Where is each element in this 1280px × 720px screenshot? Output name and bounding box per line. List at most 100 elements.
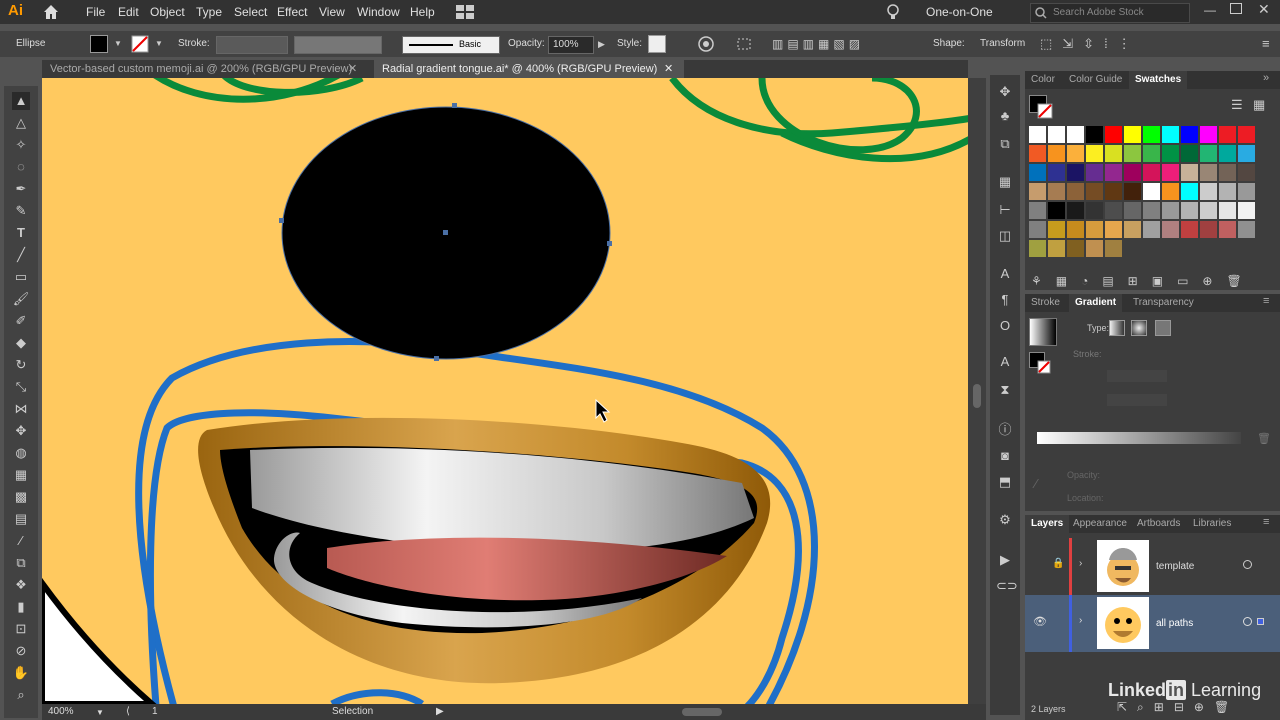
swatch[interactable] (1048, 221, 1065, 238)
tab-transparency[interactable]: Transparency (1133, 297, 1194, 308)
swatch[interactable] (1181, 126, 1198, 143)
expand-arrow-icon[interactable]: › (1079, 558, 1082, 569)
swatch[interactable] (1124, 164, 1141, 181)
swatch[interactable] (1143, 145, 1160, 162)
graphic-style-swatch[interactable] (648, 35, 666, 53)
tab-gradient[interactable]: Gradient (1069, 294, 1123, 312)
menu-file[interactable]: File (86, 5, 105, 19)
swatch[interactable] (1219, 145, 1236, 162)
swatch[interactable] (1086, 183, 1103, 200)
swatch[interactable] (1162, 221, 1179, 238)
radial-gradient-button[interactable] (1131, 320, 1147, 336)
rectangle-tool-icon[interactable]: ▭ (12, 268, 30, 286)
symbol-sprayer-tool-icon[interactable]: ❖ (12, 576, 30, 594)
swatch[interactable] (1067, 126, 1084, 143)
artboard-number[interactable]: 1 (152, 706, 158, 717)
fill-dropdown-icon[interactable]: ▼ (114, 39, 122, 48)
swatch[interactable] (1200, 145, 1217, 162)
swatch[interactable] (1162, 183, 1179, 200)
swatch[interactable] (1238, 126, 1255, 143)
eyedropper-icon[interactable]: ⁄ (1035, 476, 1037, 491)
opacity-arrow-icon[interactable]: ▶ (598, 39, 605, 50)
swatch[interactable] (1029, 164, 1046, 181)
arrange-documents-icon[interactable] (456, 5, 474, 19)
links-icon[interactable]: ⧗ (996, 381, 1014, 399)
linear-gradient-button[interactable] (1109, 320, 1125, 336)
swatch[interactable] (1143, 126, 1160, 143)
swatch[interactable] (1219, 202, 1236, 219)
freeform-gradient-button[interactable] (1155, 320, 1171, 336)
menu-select[interactable]: Select (234, 5, 267, 19)
type-tool-icon[interactable]: T (12, 224, 30, 242)
scale-tool-icon[interactable]: ⤡ (12, 378, 30, 396)
swatch[interactable] (1124, 221, 1141, 238)
swatch[interactable] (1086, 126, 1103, 143)
stroke-dropdown-icon[interactable]: ▼ (155, 39, 163, 48)
grid-view-icon[interactable]: ▦ (1253, 97, 1265, 113)
swatch[interactable] (1105, 183, 1122, 200)
gradient-preview-swatch[interactable] (1029, 318, 1057, 346)
swatch[interactable] (1086, 164, 1103, 181)
tab-swatches[interactable]: Swatches (1129, 71, 1188, 89)
swatch[interactable] (1200, 221, 1217, 238)
swatch[interactable] (1105, 145, 1122, 162)
brush-definition-dropdown[interactable]: Basic (402, 36, 500, 54)
stroke-weight-field[interactable] (216, 36, 288, 54)
align-buttons[interactable]: ▥▤▥▦▧▨ (772, 37, 864, 51)
swatch[interactable] (1105, 126, 1122, 143)
zoom-level[interactable]: 400% (48, 706, 74, 717)
puppet-pin-icon[interactable]: ✥ (996, 83, 1014, 101)
vertical-scrollbar[interactable] (968, 78, 986, 704)
swatch[interactable] (1067, 240, 1084, 257)
artboard-canvas[interactable] (42, 78, 968, 704)
pen-tool-icon[interactable]: ✒ (12, 180, 30, 198)
opacity-field[interactable]: 100% (548, 36, 594, 54)
swatch[interactable] (1143, 221, 1160, 238)
navigator-icon[interactable]: ⬒ (996, 473, 1014, 491)
swatch[interactable] (1219, 164, 1236, 181)
hand-tool-icon[interactable]: ✋ (12, 664, 30, 682)
expand-arrow-icon[interactable]: › (1079, 615, 1082, 626)
close-window-button[interactable]: ✕ (1258, 1, 1270, 18)
lasso-tool-icon[interactable]: ◌ (12, 158, 30, 176)
swatch[interactable] (1143, 164, 1160, 181)
grid-icon[interactable]: ▦ (996, 173, 1014, 191)
swatch[interactable] (1162, 145, 1179, 162)
fill-swatch[interactable] (90, 35, 108, 53)
gradient-tool-icon[interactable]: ▤ (12, 510, 30, 528)
links-chain-icon[interactable]: ⊂⊃ (996, 577, 1018, 595)
swatch[interactable] (1067, 202, 1084, 219)
delete-stop-icon[interactable]: 🗑 (1257, 432, 1271, 445)
swatch[interactable] (1029, 126, 1046, 143)
direct-selection-tool-icon[interactable]: △ (12, 114, 30, 132)
selection-tool-icon[interactable]: ▲ (12, 92, 30, 110)
visibility-eye-icon[interactable]: 👁 (1033, 615, 1047, 628)
maximize-button[interactable] (1230, 3, 1242, 14)
swatch[interactable] (1048, 126, 1065, 143)
swatch[interactable] (1200, 202, 1217, 219)
swatch[interactable] (1238, 202, 1255, 219)
workspace-switcher[interactable]: One-on-One (926, 5, 993, 19)
club-symbol-icon[interactable]: ♣ (996, 107, 1014, 125)
actions-icon[interactable]: ▶ (996, 551, 1014, 569)
swatch[interactable] (1124, 145, 1141, 162)
tab-artboards[interactable]: Artboards (1137, 518, 1180, 529)
target-circle-icon[interactable] (1243, 617, 1252, 626)
align-to-icon[interactable] (736, 36, 754, 52)
zoom-tool-icon[interactable]: ⌕ (12, 686, 30, 704)
eraser-tool-icon[interactable]: ◆ (12, 334, 30, 352)
perspective-grid-tool-icon[interactable]: ▦ (12, 466, 30, 484)
menu-object[interactable]: Object (150, 5, 185, 19)
swatch[interactable] (1143, 202, 1160, 219)
swatch[interactable] (1105, 221, 1122, 238)
swatch[interactable] (1067, 145, 1084, 162)
swatch[interactable] (1048, 183, 1065, 200)
scroll-thumb[interactable] (973, 384, 981, 408)
minimize-button[interactable]: — (1204, 3, 1216, 17)
shape-builder-tool-icon[interactable]: ◍ (12, 444, 30, 462)
swatch[interactable] (1029, 145, 1046, 162)
search-stock-field[interactable]: Search Adobe Stock (1030, 3, 1190, 23)
artboard-prev-icon[interactable]: ⟨ (126, 706, 130, 717)
swatch[interactable] (1086, 221, 1103, 238)
swatch[interactable] (1124, 202, 1141, 219)
